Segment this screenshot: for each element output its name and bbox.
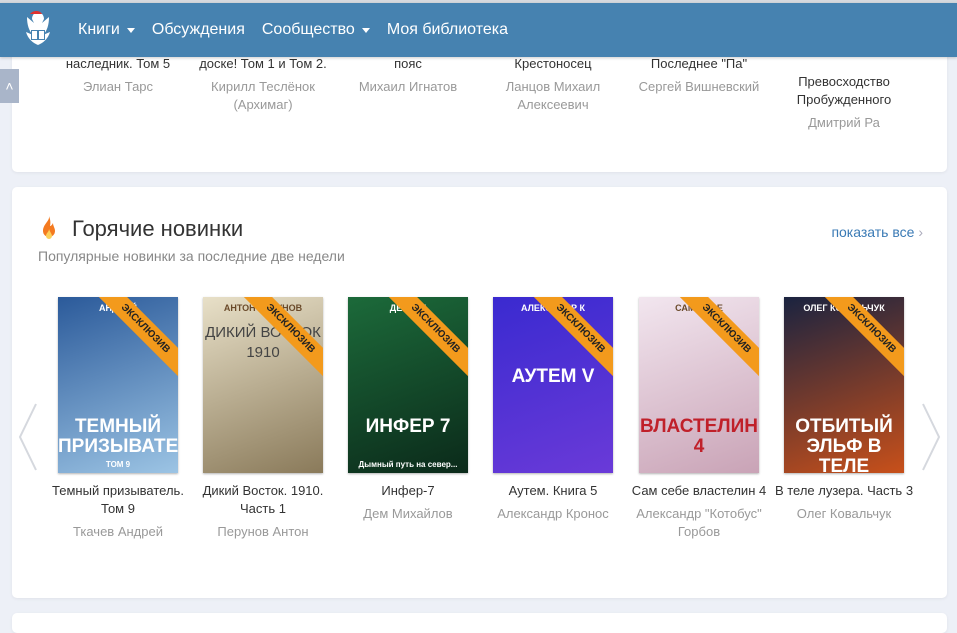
book-author[interactable]: Дмитрий Ра [774,114,914,132]
book-item[interactable]: Превосходство Пробужденного Дмитрий Ра [774,73,914,132]
cover-note: ТОМ 9 [105,460,131,469]
book-author[interactable]: Кирилл Теслёнок (Архимаг) [193,78,333,114]
book-item[interactable]: пояс Михаил Игнатов [338,55,478,96]
book-cover[interactable]: ДЕМ МИ ИНФЕР 7 Дымный путь на север... Э… [348,297,468,473]
book-author[interactable]: Дем Михайлов [338,505,478,523]
book-author[interactable]: Элиан Тарс [48,78,188,96]
book-title[interactable]: пояс [338,55,478,73]
book-title[interactable]: доске! Том 1 и Том 2. [193,55,333,73]
book-author[interactable]: Сергей Вишневский [629,78,769,96]
book-author[interactable]: Олег Ковальчук [774,505,914,523]
show-all-label: показать все [831,224,915,240]
nav-discussions-label: Обсуждения [151,21,245,38]
site-logo[interactable] [16,8,60,52]
nav-books-label: Книги [78,21,120,38]
book-title[interactable]: наследник. Том 5 [48,55,188,73]
book-item[interactable]: Сам себе властелин 4 Александр "Котобус" … [629,482,769,541]
book-author[interactable]: Ланцов Михаил Алексеевич [483,78,623,114]
book-title[interactable]: Аутем. Книга 5 [483,482,623,500]
show-all-link[interactable]: показать все › [831,224,923,240]
top-navbar: Книги Обсуждения Сообщество Моя библиоте… [0,3,957,57]
book-title[interactable]: Инфер-7 [338,482,478,500]
book-title[interactable]: Дикий Восток. 1910. Часть 1 [193,482,333,518]
chevron-right-icon: › [918,224,923,240]
book-title[interactable]: В теле лузера. Часть 3 [774,482,914,500]
book-item[interactable]: Аутем. Книга 5 Александр Кронос [483,482,623,523]
scroll-up-button[interactable]: ˄ [0,69,19,103]
next-section [12,613,947,633]
hot-new-section: Горячие новинки Популярные новинки за по… [12,187,947,598]
nav-my-library[interactable]: Моя библиотека [387,21,508,39]
book-author[interactable]: Александр "Котобус" Горбов [629,505,769,541]
cover-title: ВЛАСТЕЛИН 4 [639,416,759,457]
book-item[interactable]: наследник. Том 5 Элиан Тарс [48,55,188,96]
book-title[interactable]: Последнее "Па" [629,55,769,73]
book-item[interactable]: Инфер-7 Дем Михайлов [338,482,478,523]
book-cover[interactable]: ОЛЕГ КОВАЛЬЧУК ОТБИТЫЙ ЭЛЬФ В ТЕЛЕ ЛУЗЕР… [784,297,904,473]
book-item[interactable]: доске! Том 1 и Том 2. Кирилл Теслёнок (Ар… [193,55,333,114]
nav-discussions[interactable]: Обсуждения [152,21,245,39]
book-cover[interactable]: АЛЕКСАНДР К АУТЕМ V ЭКСКЛЮЗИВ [493,297,613,473]
cover-note: Дымный путь на север... [358,460,458,469]
book-item[interactable]: Последнее "Па" Сергей Вишневский [629,55,769,96]
book-cover[interactable]: АНДРЕЙ ТЕМНЫЙ ПРИЗЫВАТЕЛЬ ТОМ 9 ЭКСКЛЮЗИ… [58,297,178,473]
nav-books[interactable]: Книги [78,21,135,39]
book-author[interactable]: Михаил Игнатов [338,78,478,96]
nav-my-library-label: Моя библиотека [386,21,508,38]
book-item[interactable]: Крестоносец Ланцов Михаил Алексеевич [483,55,623,114]
book-title[interactable]: Темный призыватель. Том 9 [48,482,188,518]
carousel-next-button[interactable] [921,402,941,472]
book-title[interactable]: Сам себе властелин 4 [629,482,769,500]
section-title: Горячие новинки [72,216,244,241]
book-cover[interactable]: САМ СЕБЕ ВЛАСТЕЛИН 4 ЭКСКЛЮЗИВ [639,297,759,473]
fire-icon [43,216,55,239]
carousel-prev-button[interactable] [18,402,38,472]
book-author[interactable]: Александр Кронос [483,505,623,523]
section-subtitle: Популярные новинки за последние две неде… [38,248,345,264]
cover-title: ОТБИТЫЙ ЭЛЬФ В ТЕЛЕ ЛУЗЕРА [795,416,893,474]
cover-title: ТЕМНЫЙ ПРИЗЫВАТЕЛЬ [58,416,178,457]
cover-title: ИНФЕР 7 [365,416,451,437]
caret-down-icon [361,27,370,33]
nav-community[interactable]: Сообщество [262,21,370,39]
book-title[interactable]: Превосходство Пробужденного [774,73,914,109]
book-item[interactable]: Темный призыватель. Том 9 Ткачев Андрей [48,482,188,541]
book-cover[interactable]: АНТОН ПЕРУНОВ ДИКИЙ ВОСТОК 1910 ЭКСКЛЮЗИ… [203,297,323,473]
book-author[interactable]: Перунов Антон [193,523,333,541]
cover-title: АУТЕМ V [511,366,595,387]
book-item[interactable]: Дикий Восток. 1910. Часть 1 Перунов Антон [193,482,333,541]
book-item[interactable]: В теле лузера. Часть 3 Олег Ковальчук [774,482,914,523]
caret-down-icon [126,27,135,33]
chevron-up-icon: ˄ [5,78,14,94]
book-author[interactable]: Ткачев Андрей [48,523,188,541]
nav-community-label: Сообщество [261,21,355,38]
book-title[interactable]: Крестоносец [483,55,623,73]
